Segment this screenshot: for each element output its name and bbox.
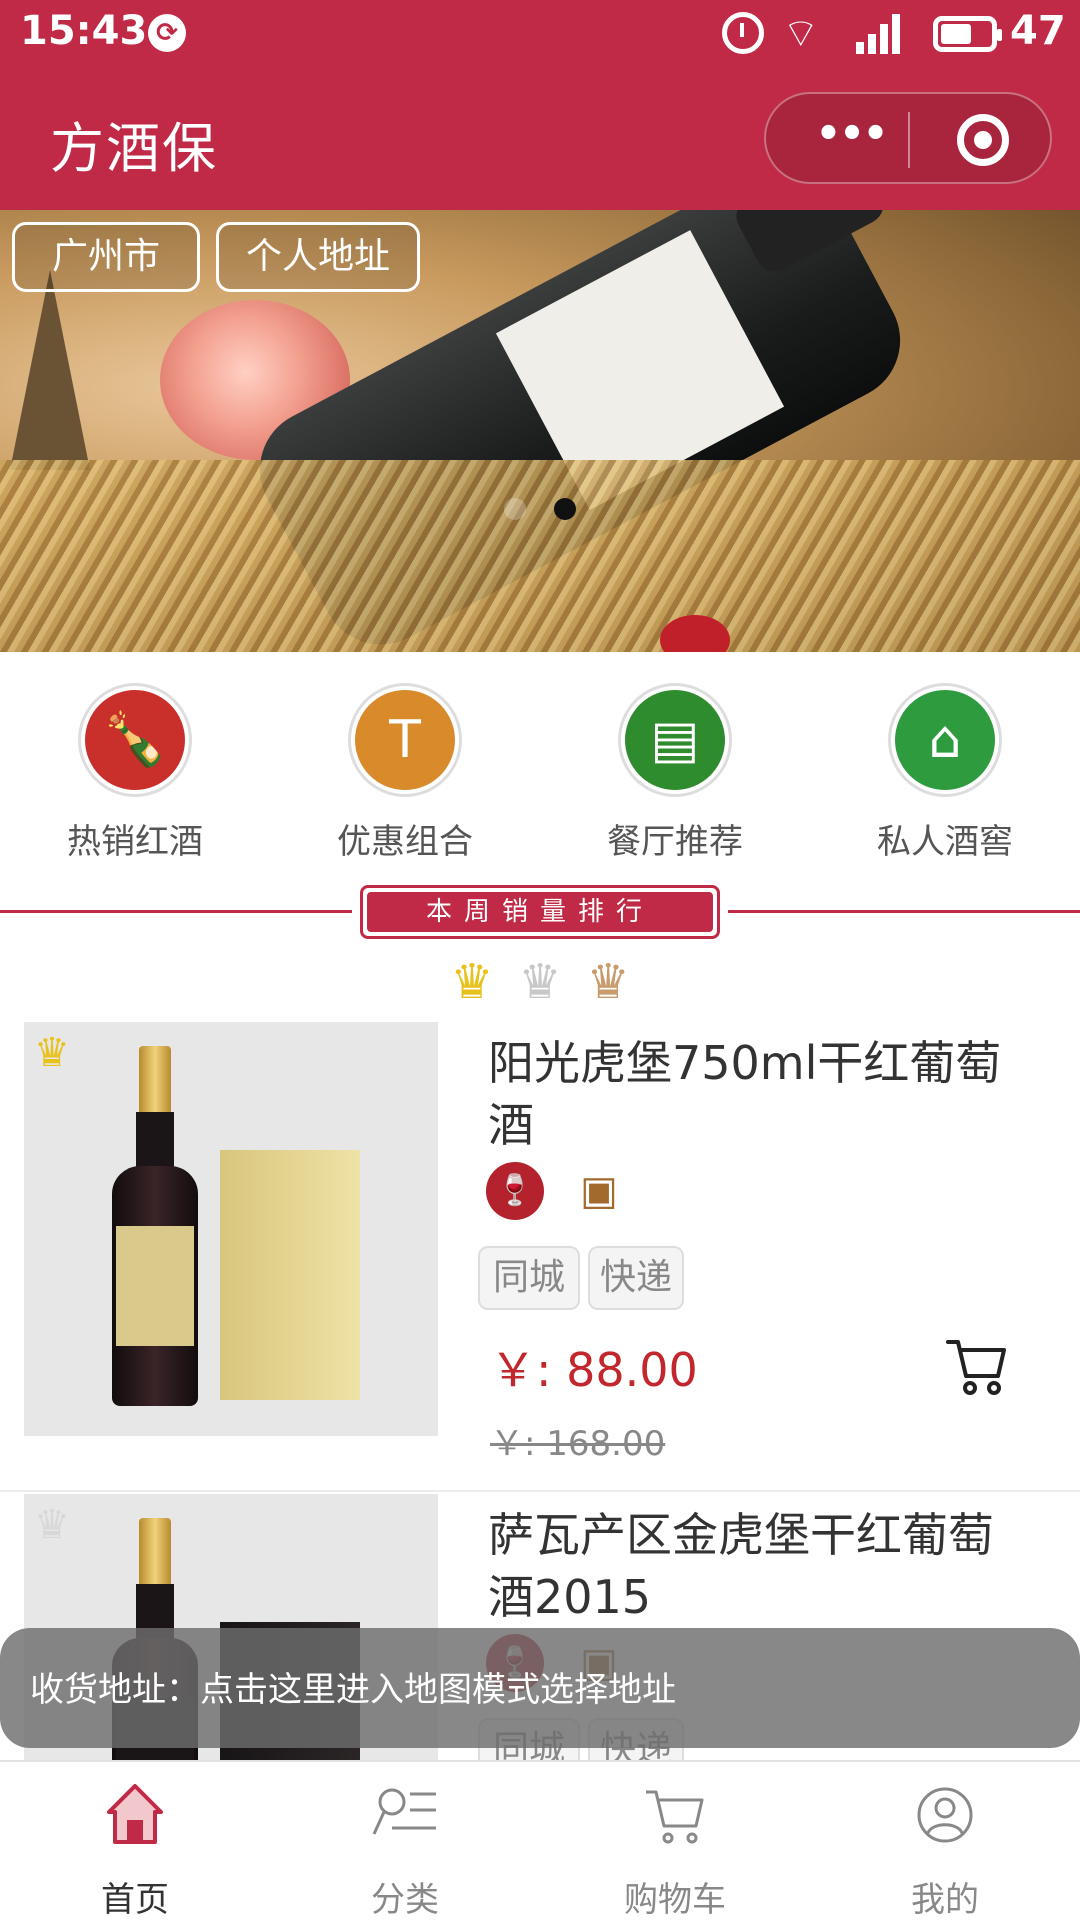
status-time: 15:43	[20, 8, 148, 54]
mini-program-capsule: •••	[764, 92, 1052, 184]
eiffel-tower-shape	[10, 270, 90, 470]
wine-cellar-icon: ⌂	[891, 686, 999, 794]
menu-waiter-icon: ▤	[621, 686, 729, 794]
category-hot-wine[interactable]: 🍾 热销红酒	[0, 686, 270, 863]
status-bar: 15:43 ⟳ ⌔ 47	[0, 0, 1080, 70]
product-image[interactable]: ♛	[24, 1022, 438, 1436]
tag-same-city: 同城	[478, 1246, 580, 1310]
gift-box-icon: ▣	[580, 1168, 618, 1214]
product-card[interactable]: ♛ 阳光虎堡750ml干红葡萄酒 🍷 ▣ 同城 快递 ￥: 88.00 ￥: 1…	[0, 1022, 1080, 1492]
category-grid: 🍾 热销红酒 T 优惠组合 ▤ 餐厅推荐 ⌂ 私人酒窖	[0, 652, 1080, 872]
tab-label: 首页	[101, 1880, 169, 1920]
tab-profile[interactable]: 我的	[810, 1780, 1080, 1920]
corkscrew-glyph: T	[389, 710, 421, 770]
add-to-cart-icon[interactable]	[944, 1334, 1010, 1400]
home-icon	[107, 1784, 163, 1844]
product-original-price: ￥: 168.00	[490, 1424, 666, 1464]
bronze-crown-icon: ♛	[586, 954, 630, 1010]
cart-icon	[646, 1790, 704, 1844]
top-bar: 15:43 ⟳ ⌔ 47 方酒保 •••	[0, 0, 1080, 210]
category-label: 热销红酒	[67, 822, 203, 862]
wine-bottle-glyph: 🍾	[102, 710, 168, 770]
ranking-divider-left	[0, 910, 352, 913]
sync-icon: ⟳	[148, 14, 186, 52]
menu-glyph: ▤	[650, 710, 700, 770]
category-label: 优惠组合	[337, 822, 473, 862]
user-icon	[917, 1787, 973, 1843]
red-wine-icon: 🍷	[486, 1162, 544, 1220]
gold-crown-icon: ♛	[34, 1030, 70, 1076]
category-restaurant[interactable]: ▤ 餐厅推荐	[540, 686, 810, 863]
carousel-indicator	[0, 498, 1080, 524]
address-toast[interactable]: 收货地址：点击这里进入地图模式选择地址	[0, 1628, 1080, 1748]
personal-address-button[interactable]: 个人地址	[216, 222, 420, 292]
tab-home[interactable]: 首页	[0, 1780, 270, 1920]
crown-row: ♛ ♛ ♛	[0, 958, 1080, 1006]
wifi-icon: ⌔	[782, 11, 820, 57]
tab-label: 购物车	[624, 1880, 726, 1920]
category-label: 私人酒窖	[877, 822, 1013, 862]
carousel-dot[interactable]	[504, 498, 526, 520]
capsule-divider	[908, 112, 910, 168]
product-name[interactable]: 萨瓦产区金虎堡干红葡萄酒2015	[488, 1504, 1028, 1628]
tab-label: 分类	[371, 1880, 439, 1920]
carousel-dot-active[interactable]	[554, 498, 576, 520]
toast-text: 收货地址：点击这里进入地图模式选择地址	[30, 1670, 676, 1710]
category-label: 餐厅推荐	[607, 822, 743, 862]
corkscrew-icon: T	[351, 686, 459, 794]
wine-box-image	[220, 1150, 360, 1400]
battery-icon	[933, 16, 1002, 52]
bottom-tab-bar: 首页 分类 购物车 我的	[0, 1760, 1080, 1920]
tab-cart[interactable]: 购物车	[540, 1780, 810, 1920]
cellar-glyph: ⌂	[928, 710, 962, 770]
page-title: 方酒保	[50, 117, 218, 180]
category-icon	[372, 1788, 436, 1835]
straw-background	[0, 460, 1080, 652]
product-price: ￥: 88.00	[490, 1343, 698, 1397]
ranking-badge: 本周销量排行	[360, 885, 720, 939]
wine-bottle-icon: 🍾	[81, 686, 189, 794]
category-private-cellar[interactable]: ⌂ 私人酒窖	[810, 686, 1080, 863]
tab-label: 我的	[911, 1880, 979, 1920]
city-selector-button[interactable]: 广州市	[12, 222, 200, 292]
silver-crown-icon: ♛	[518, 954, 562, 1010]
gold-crown-icon: ♛	[450, 954, 494, 1010]
tab-category[interactable]: 分类	[270, 1780, 540, 1920]
alarm-icon	[722, 12, 764, 54]
wine-bottle-image	[112, 1046, 198, 1406]
battery-level: 47	[1010, 8, 1066, 54]
ranking-title: 本周销量排行	[367, 892, 713, 932]
tag-express: 快递	[588, 1246, 684, 1310]
ranking-divider-right	[728, 910, 1080, 913]
silver-crown-icon: ♛	[34, 1502, 70, 1548]
product-name[interactable]: 阳光虎堡750ml干红葡萄酒	[488, 1032, 1028, 1156]
category-combo-deals[interactable]: T 优惠组合	[270, 686, 540, 863]
more-button[interactable]: •••	[806, 114, 896, 164]
banner-carousel[interactable]: 广州市 个人地址	[0, 210, 1080, 652]
signal-icon	[856, 14, 908, 54]
close-target-icon[interactable]	[957, 114, 1009, 166]
